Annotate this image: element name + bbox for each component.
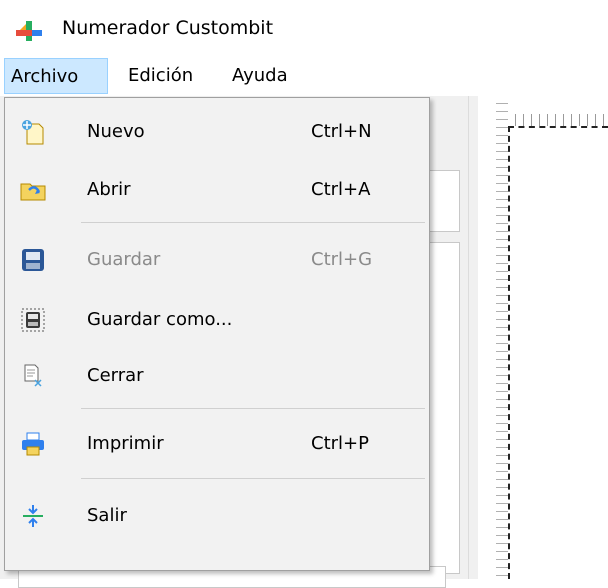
new-file-icon (22, 120, 44, 145)
menu-item-shortcut: Ctrl+N (311, 121, 372, 142)
menu-edicion-label: Edición (128, 65, 194, 86)
menu-item-salir[interactable]: Salir (5, 494, 429, 538)
save-icon (22, 249, 44, 271)
menu-item-abrir[interactable]: Abrir Ctrl+A (5, 168, 429, 212)
menu-item-label: Nuevo (87, 121, 145, 142)
menu-item-label: Guardar (87, 249, 161, 270)
app-logo-icon (16, 21, 42, 41)
menu-item-shortcut: Ctrl+G (311, 249, 373, 270)
menu-archivo-label: Archivo (11, 66, 79, 87)
menu-archivo[interactable]: Archivo (4, 58, 108, 94)
save-as-icon (21, 308, 45, 332)
close-document-icon (24, 364, 42, 387)
open-folder-icon (20, 183, 46, 201)
menu-item-label: Abrir (87, 179, 131, 200)
archivo-dropdown-menu: Nuevo Ctrl+N Abrir Ctrl+A Guardar Ctrl+G… (4, 97, 430, 571)
menu-item-guardar[interactable]: Guardar Ctrl+G (5, 238, 429, 282)
vertical-ruler (478, 96, 509, 579)
printer-icon (22, 432, 44, 456)
design-canvas[interactable] (508, 126, 608, 579)
menu-ayuda-label: Ayuda (232, 65, 288, 86)
menu-ayuda[interactable]: Ayuda (232, 58, 288, 94)
menu-item-label: Cerrar (87, 365, 144, 386)
menu-bar: Archivo Edición Ayuda (0, 58, 608, 98)
menu-item-shortcut: Ctrl+P (311, 433, 369, 454)
menu-item-imprimir[interactable]: Imprimir Ctrl+P (5, 422, 429, 466)
exit-icon (23, 505, 43, 527)
page-margin-top (508, 126, 608, 128)
horizontal-ruler (508, 96, 608, 127)
menu-separator (81, 478, 425, 479)
menu-item-label: Salir (87, 505, 127, 526)
menu-item-guardar-como[interactable]: Guardar como... (5, 298, 429, 342)
menu-item-label: Guardar como... (87, 309, 233, 330)
menu-separator (81, 222, 425, 223)
menu-item-label: Imprimir (87, 433, 164, 454)
menu-item-shortcut: Ctrl+A (311, 179, 371, 200)
menu-separator (81, 408, 425, 409)
window-title: Numerador Custombit (62, 17, 274, 39)
menu-edicion[interactable]: Edición (128, 58, 193, 94)
menu-item-cerrar[interactable]: Cerrar (5, 354, 429, 398)
page-margin-left (508, 126, 510, 579)
title-bar: Numerador Custombit (0, 0, 608, 58)
menu-item-nuevo[interactable]: Nuevo Ctrl+N (5, 110, 429, 154)
